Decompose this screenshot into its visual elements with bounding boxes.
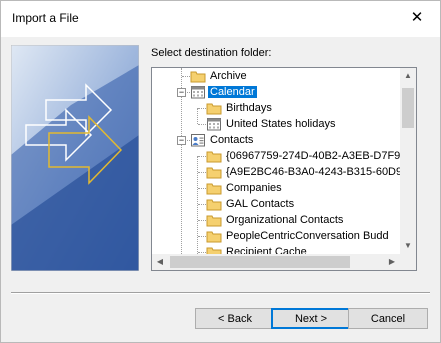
scroll-right-icon[interactable]: ▶ — [384, 254, 400, 270]
tree-item-label: United States holidays — [226, 118, 336, 130]
tree-item[interactable]: Organizational Contacts — [206, 212, 345, 228]
scroll-left-icon[interactable]: ◀ — [152, 254, 168, 270]
tree-item[interactable]: {06967759-274D-40B2-A3EB-D7F9 — [206, 148, 400, 164]
folder-tree[interactable]: Archive − Calendar Birthdays United States h… — [151, 67, 417, 271]
tree-item-label: Contacts — [210, 134, 254, 146]
tree-item[interactable]: GAL Contacts — [206, 196, 296, 212]
window-title: Import a File — [12, 11, 79, 25]
vertical-scrollbar[interactable]: ▲ ▼ — [400, 68, 416, 254]
close-button[interactable]: ✕ — [394, 1, 440, 33]
tree-item[interactable]: Archive — [190, 68, 249, 84]
tree-item[interactable]: Recipient Cache — [206, 244, 309, 254]
tree-item-label: Recipient Cache — [226, 246, 307, 254]
horizontal-scroll-thumb[interactable] — [170, 256, 350, 268]
separator-highlight — [11, 293, 430, 294]
folder-icon — [206, 103, 222, 115]
horizontal-scrollbar[interactable]: ◀ ▶ — [152, 254, 400, 270]
destination-folder-label: Select destination folder: — [151, 47, 272, 59]
tree-item[interactable]: {A9E2BC46-B3A0-4243-B315-60D9 — [206, 164, 400, 180]
tree-item[interactable]: Calendar — [190, 84, 257, 100]
tree-item-label: Archive — [210, 70, 247, 82]
vertical-scroll-thumb[interactable] — [402, 88, 414, 128]
folder-icon — [206, 215, 222, 227]
calendar-icon — [191, 86, 205, 99]
tree-item[interactable]: PeopleCentricConversation Budd — [206, 228, 391, 244]
title-bar: Import a File ✕ — [1, 1, 440, 37]
folder-icon — [206, 247, 222, 254]
collapse-icon[interactable]: − — [177, 88, 186, 97]
folder-icon — [206, 183, 222, 195]
tree-item-label: {A9E2BC46-B3A0-4243-B315-60D9 — [226, 166, 400, 178]
calendar-icon — [207, 118, 221, 131]
folder-icon — [206, 199, 222, 211]
tree-item-label: Calendar — [208, 86, 257, 98]
cancel-button[interactable]: Cancel — [348, 308, 428, 329]
tree-item-label: PeopleCentricConversation Budd — [226, 230, 389, 242]
dialog-body: Select destination folder: Archive − Calen… — [1, 37, 440, 342]
tree-item[interactable]: Birthdays — [206, 100, 274, 116]
tree-item[interactable]: Contacts — [190, 132, 255, 148]
back-button[interactable]: < Back — [195, 308, 275, 329]
tree-item[interactable]: United States holidays — [206, 116, 337, 132]
folder-tree-content: Archive − Calendar Birthdays United States h… — [152, 68, 400, 254]
collapse-icon[interactable]: − — [177, 136, 186, 145]
contacts-icon — [191, 134, 205, 147]
tree-item[interactable]: Companies — [206, 180, 284, 196]
scroll-up-icon[interactable]: ▲ — [400, 68, 416, 84]
import-dialog: Import a File ✕ Select destination folde… — [0, 0, 441, 343]
folder-icon — [206, 167, 222, 179]
tree-item-label: Organizational Contacts — [226, 214, 344, 226]
scrollbar-corner — [400, 254, 416, 270]
folder-icon — [206, 151, 222, 163]
next-button[interactable]: Next > — [271, 308, 351, 329]
tree-item-label: {06967759-274D-40B2-A3EB-D7F9 — [226, 150, 400, 162]
tree-item-label: Companies — [226, 182, 282, 194]
wizard-banner-image — [11, 45, 139, 271]
tree-item-label: GAL Contacts — [226, 198, 295, 210]
folder-icon — [190, 71, 206, 83]
folder-icon — [206, 231, 222, 243]
scroll-down-icon[interactable]: ▼ — [400, 238, 416, 254]
tree-item-label: Birthdays — [226, 102, 272, 114]
